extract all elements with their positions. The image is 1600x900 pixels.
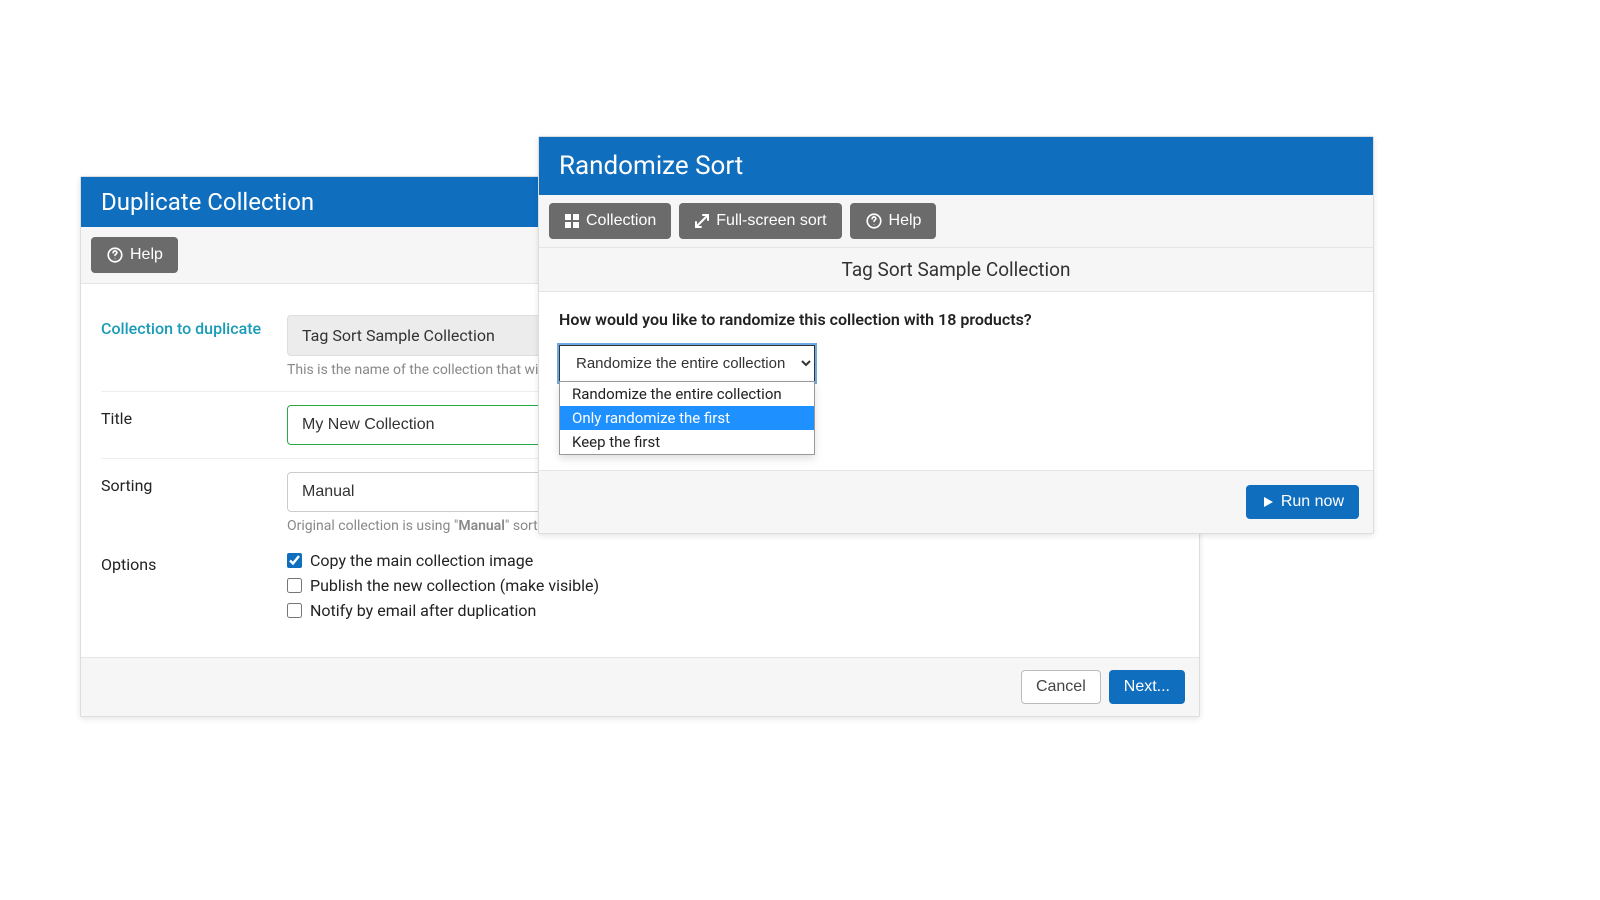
- randomize-prompt: How would you like to randomize this col…: [559, 310, 1353, 329]
- run-footer: Run now: [539, 470, 1373, 533]
- checkbox-copy-image-label: Copy the main collection image: [310, 551, 533, 570]
- randomize-sort-panel: Randomize Sort Collection Full-screen so…: [538, 136, 1374, 534]
- dropdown-opt-entire[interactable]: Randomize the entire collection: [560, 382, 814, 406]
- panel-title: Randomize Sort: [539, 137, 1373, 195]
- dropdown-opt-keep[interactable]: Keep the first: [560, 430, 814, 454]
- help-icon: [865, 212, 883, 230]
- next-button-label: Next...: [1124, 679, 1170, 695]
- collection-button[interactable]: Collection: [549, 203, 671, 239]
- checkbox-notify-label: Notify by email after duplication: [310, 601, 536, 620]
- fullscreen-button[interactable]: Full-screen sort: [679, 203, 841, 239]
- checkbox-notify-input[interactable]: [287, 603, 302, 618]
- label-sorting: Sorting: [101, 472, 287, 534]
- help-icon: [106, 246, 124, 264]
- collection-button-label: Collection: [586, 213, 656, 229]
- randomize-select[interactable]: Randomize the entire collection: [559, 345, 815, 382]
- checkbox-publish[interactable]: Publish the new collection (make visible…: [287, 576, 1179, 595]
- grid-icon: [564, 213, 580, 229]
- label-title: Title: [101, 405, 287, 445]
- expand-icon: [694, 213, 710, 229]
- checkbox-notify[interactable]: Notify by email after duplication: [287, 601, 1179, 620]
- toolbar: Collection Full-screen sort Help: [539, 195, 1373, 248]
- run-now-button[interactable]: Run now: [1246, 485, 1359, 519]
- sorting-help-bold: Manual: [458, 518, 505, 534]
- dropdown-opt-first[interactable]: Only randomize the first: [560, 406, 814, 430]
- collection-name-subheader: Tag Sort Sample Collection: [539, 248, 1373, 292]
- next-button[interactable]: Next...: [1109, 670, 1185, 704]
- help-button-label: Help: [889, 213, 922, 229]
- row-options: Options Copy the main collection image P…: [101, 547, 1179, 639]
- label-options: Options: [101, 551, 287, 626]
- cancel-button-label: Cancel: [1036, 679, 1086, 695]
- label-collection: Collection to duplicate: [101, 315, 287, 378]
- help-button[interactable]: Help: [91, 237, 178, 273]
- play-icon: [1261, 495, 1275, 509]
- field-options: Copy the main collection image Publish t…: [287, 551, 1179, 626]
- randomize-content: How would you like to randomize this col…: [539, 292, 1373, 400]
- fullscreen-button-label: Full-screen sort: [716, 213, 826, 229]
- randomize-select-wrap: Randomize the entire collection Randomiz…: [559, 345, 1353, 382]
- run-now-button-label: Run now: [1281, 494, 1344, 510]
- cancel-button[interactable]: Cancel: [1021, 670, 1101, 704]
- help-button[interactable]: Help: [850, 203, 937, 239]
- checkbox-copy-image[interactable]: Copy the main collection image: [287, 551, 1179, 570]
- randomize-dropdown: Randomize the entire collection Only ran…: [559, 381, 815, 455]
- sorting-help-prefix: Original collection is using ": [287, 518, 458, 534]
- help-button-label: Help: [130, 247, 163, 263]
- checkbox-publish-label: Publish the new collection (make visible…: [310, 576, 599, 595]
- checkbox-publish-input[interactable]: [287, 578, 302, 593]
- footer: Cancel Next...: [81, 657, 1199, 716]
- checkbox-copy-image-input[interactable]: [287, 553, 302, 568]
